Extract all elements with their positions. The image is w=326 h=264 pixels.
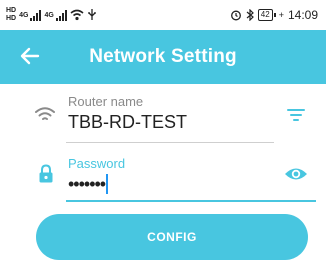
router-name-field[interactable]: Router name TBB-RD-TEST: [0, 84, 326, 146]
password-label: Password: [68, 156, 126, 171]
app-bar: Network Setting: [0, 30, 326, 84]
page-title: Network Setting: [89, 46, 237, 67]
status-bar: HD HD 4G 4G 42 + 14:09: [0, 0, 326, 30]
bluetooth-icon: [246, 9, 254, 21]
status-left: HD HD 4G 4G: [6, 7, 97, 23]
text-caret: [106, 174, 109, 194]
sim-label-2: HD: [6, 15, 17, 22]
status-right: 42 + 14:09: [230, 8, 318, 22]
battery-icon: 42: [257, 9, 276, 21]
usb-icon: [88, 9, 96, 20]
password-value-wrap[interactable]: •••••••: [68, 174, 109, 195]
sim-label-1: HD: [6, 7, 17, 14]
wifi-status-icon: [70, 9, 84, 21]
config-button[interactable]: CONFIG: [36, 214, 308, 260]
network-label-1: 4G: [19, 11, 29, 19]
lock-icon: [39, 164, 53, 183]
filter-list-icon[interactable]: [287, 108, 305, 122]
network-label-2: 4G: [44, 11, 54, 19]
password-field[interactable]: Password •••••••: [0, 146, 326, 204]
eye-icon[interactable]: [284, 166, 308, 182]
status-time: 14:09: [287, 8, 318, 22]
signal-icon: [55, 9, 67, 21]
config-button-label: CONFIG: [147, 230, 197, 244]
password-value: •••••••: [68, 174, 106, 194]
router-name-label: Router name: [68, 94, 144, 109]
sim-labels: HD HD: [6, 7, 16, 23]
battery-level: 42: [260, 10, 270, 19]
password-underline: [66, 200, 316, 202]
wifi-icon: [35, 107, 55, 120]
router-name-value[interactable]: TBB-RD-TEST: [68, 112, 187, 133]
router-name-underline: [66, 142, 274, 143]
charging-icon: +: [278, 10, 284, 20]
alarm-icon: [230, 10, 241, 21]
signal-icon: [30, 9, 42, 21]
